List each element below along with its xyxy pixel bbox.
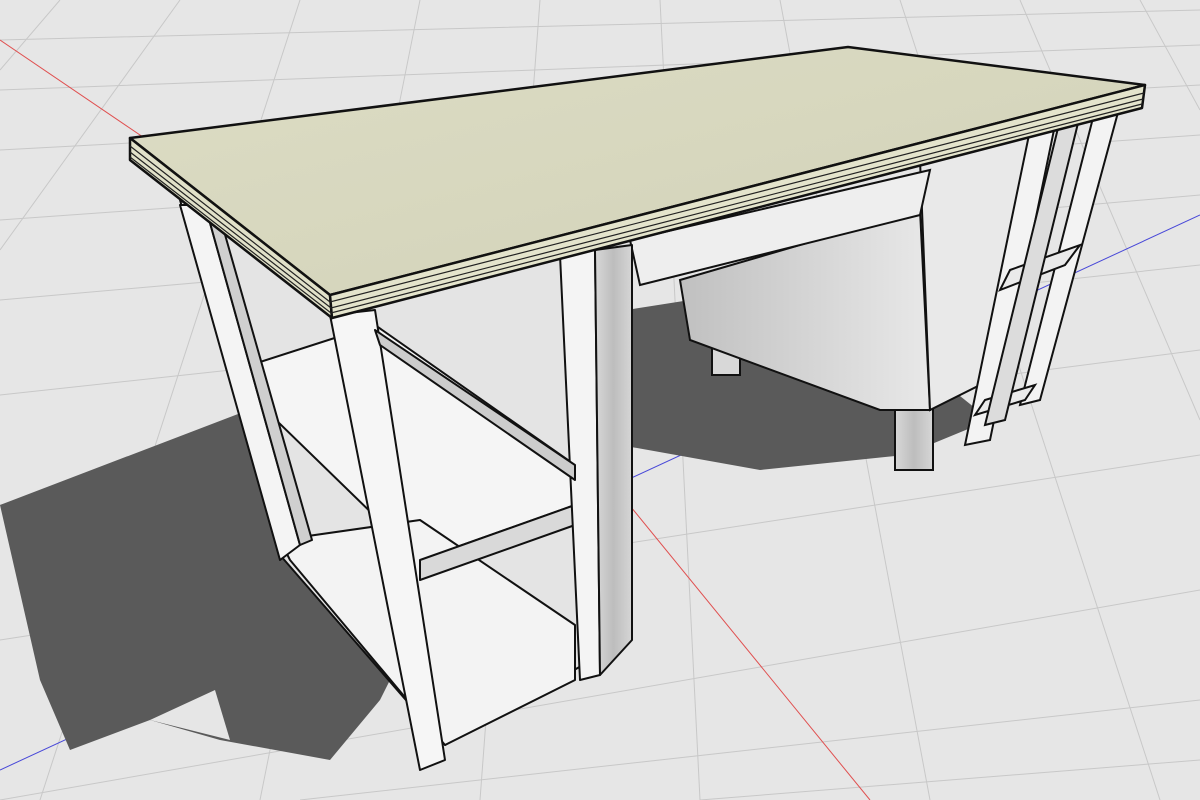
3d-viewport[interactable] [0, 0, 1200, 800]
scene-canvas[interactable] [0, 0, 1200, 800]
